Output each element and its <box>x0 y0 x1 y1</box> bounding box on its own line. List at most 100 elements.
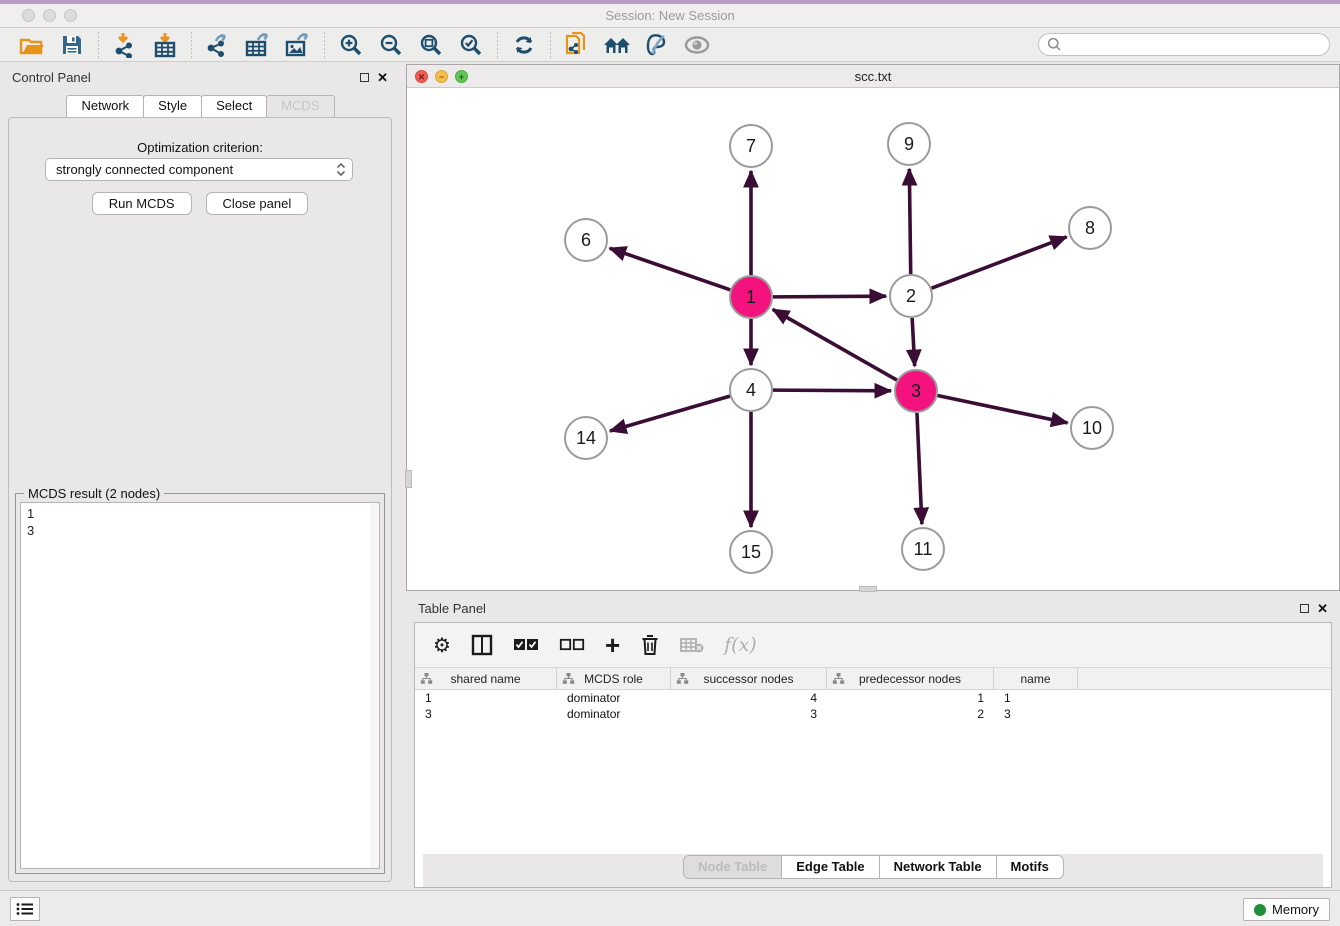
table-settings-icon[interactable]: ⚙ <box>433 633 451 658</box>
network-close-button[interactable]: ✕ <box>415 70 428 83</box>
close-panel-icon[interactable]: ✕ <box>377 71 388 84</box>
table-row[interactable]: 1dominator411 <box>415 690 1331 706</box>
table-cell[interactable]: 1 <box>994 690 1078 706</box>
import-network-button[interactable] <box>105 30 145 60</box>
mcds-result-textarea[interactable]: 1 3 <box>20 502 380 869</box>
save-session-button[interactable] <box>52 30 92 60</box>
memory-button[interactable]: Memory <box>1243 898 1330 921</box>
table-cell[interactable]: 3 <box>415 706 557 722</box>
tab-node-table[interactable]: Node Table <box>683 855 782 879</box>
export-network-icon <box>206 32 230 58</box>
graph-node-label-1: 1 <box>746 287 756 307</box>
network-window-titlebar[interactable]: ✕ − + scc.txt <box>407 65 1339 88</box>
control-panel: Control Panel ✕ Network Style Select MCD… <box>0 64 400 886</box>
style-toggle-button[interactable] <box>637 30 677 60</box>
app-title: Session: New Session <box>0 8 1340 23</box>
search-box[interactable] <box>1038 33 1330 56</box>
delete-column-icon[interactable] <box>640 634 660 656</box>
table-panel-body: ⚙ + <box>414 622 1332 888</box>
column-header-name[interactable]: name <box>994 668 1078 689</box>
select-all-columns-icon[interactable] <box>513 638 539 652</box>
tab-motifs[interactable]: Motifs <box>996 855 1064 879</box>
app-titlebar: Session: New Session <box>0 4 1340 28</box>
first-neighbors-button[interactable] <box>597 30 637 60</box>
run-mcds-button[interactable]: Run MCDS <box>92 192 192 215</box>
tab-select[interactable]: Select <box>201 95 267 118</box>
graph-edge-2-8[interactable] <box>932 237 1067 288</box>
graph-edge-4-14[interactable] <box>610 396 730 431</box>
column-header-successor-nodes[interactable]: successor nodes <box>671 668 827 689</box>
column-header-MCDS-role[interactable]: MCDS role <box>557 668 671 689</box>
attribute-tree-icon <box>562 672 575 688</box>
network-minimize-button[interactable]: − <box>435 70 448 83</box>
optimization-criterion-label: Optimization criterion: <box>9 140 391 155</box>
close-table-panel-icon[interactable]: ✕ <box>1317 602 1328 615</box>
task-history-button[interactable] <box>10 897 40 921</box>
graph-edge-4-3[interactable] <box>773 390 891 391</box>
graph-node-label-10: 10 <box>1082 418 1102 438</box>
mcds-panel: Optimization criterion: strongly connect… <box>8 117 392 882</box>
graph-node-label-8: 8 <box>1085 218 1095 238</box>
result-scrollbar[interactable] <box>370 503 379 868</box>
open-session-button[interactable] <box>12 30 52 60</box>
tab-edge-table[interactable]: Edge Table <box>781 855 879 879</box>
table-cell[interactable]: 4 <box>671 690 827 706</box>
table-cell[interactable]: 1 <box>415 690 557 706</box>
graph-edge-3-10[interactable] <box>938 396 1068 423</box>
refresh-button[interactable] <box>504 30 544 60</box>
add-column-icon[interactable]: + <box>605 635 620 655</box>
deselect-all-columns-icon[interactable] <box>559 638 585 652</box>
column-header-shared-name[interactable]: shared name <box>415 668 557 689</box>
horizontal-scroll-nub[interactable] <box>859 586 877 592</box>
graph-edge-2-9[interactable] <box>909 169 910 274</box>
table-cell[interactable]: 3 <box>994 706 1078 722</box>
tab-network[interactable]: Network <box>66 95 144 118</box>
graph-edge-1-6[interactable] <box>610 248 731 290</box>
import-table-button[interactable] <box>145 30 185 60</box>
attribute-tree-icon <box>676 672 689 688</box>
table-cell[interactable]: 3 <box>671 706 827 722</box>
graph-edge-3-11[interactable] <box>917 413 922 524</box>
zoom-selected-button[interactable] <box>451 30 491 60</box>
search-input[interactable] <box>1062 38 1329 52</box>
criterion-dropdown[interactable]: strongly connected component <box>45 158 353 181</box>
zoom-in-icon <box>339 33 363 57</box>
table-cell[interactable]: 2 <box>827 706 994 722</box>
column-header-label: MCDS role <box>584 672 643 686</box>
split-columns-icon[interactable] <box>471 634 493 656</box>
toolbar-separator <box>550 32 551 58</box>
export-table-button[interactable] <box>238 30 278 60</box>
toolbar-separator <box>324 32 325 58</box>
tab-style[interactable]: Style <box>143 95 202 118</box>
export-image-button[interactable] <box>278 30 318 60</box>
zoom-fit-button[interactable] <box>411 30 451 60</box>
node-table[interactable]: shared name MCDS role successor nodesprede… <box>415 667 1331 722</box>
graph-edge-1-2[interactable] <box>773 296 886 297</box>
toolbar-separator <box>98 32 99 58</box>
close-panel-button[interactable]: Close panel <box>206 192 309 215</box>
tab-network-table[interactable]: Network Table <box>879 855 997 879</box>
table-row[interactable]: 3dominator323 <box>415 706 1331 722</box>
show-hide-button[interactable] <box>677 30 717 60</box>
float-table-panel-icon[interactable] <box>1300 604 1309 613</box>
zoom-in-button[interactable] <box>331 30 371 60</box>
duplicate-network-button[interactable] <box>557 30 597 60</box>
table-cell[interactable]: dominator <box>557 690 671 706</box>
paint-slash-icon <box>644 33 670 57</box>
tab-mcds[interactable]: MCDS <box>266 95 334 118</box>
float-panel-icon[interactable] <box>360 73 369 82</box>
network-view-window: ✕ − + scc.txt 7968124314101511 <box>406 64 1340 591</box>
network-graph[interactable]: 7968124314101511 <box>407 88 1339 590</box>
export-network-button[interactable] <box>198 30 238 60</box>
network-window-title: scc.txt <box>855 69 892 84</box>
network-maximize-button[interactable]: + <box>455 70 468 83</box>
vertical-scroll-nub[interactable] <box>405 470 412 488</box>
save-floppy-icon <box>61 34 83 56</box>
graph-edge-3-1[interactable] <box>773 309 897 380</box>
network-canvas[interactable]: 7968124314101511 <box>407 88 1339 590</box>
table-cell[interactable]: dominator <box>557 706 671 722</box>
table-cell[interactable]: 1 <box>827 690 994 706</box>
column-header-predecessor-nodes[interactable]: predecessor nodes <box>827 668 994 689</box>
graph-edge-2-3[interactable] <box>912 318 915 366</box>
zoom-out-button[interactable] <box>371 30 411 60</box>
